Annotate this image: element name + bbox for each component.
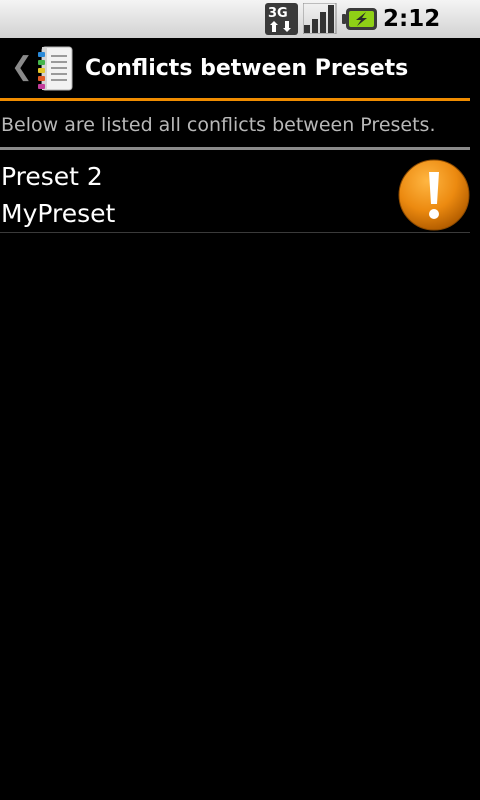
status-time: 2:12 PM [383, 6, 441, 62]
3g-data-icon: 3G [265, 3, 298, 35]
description-text: Below are listed all conflicts between P… [1, 114, 436, 136]
signal-strength-icon [302, 2, 337, 35]
svg-text:3G: 3G [268, 6, 288, 21]
conflict-list-item[interactable]: Preset 2 MyPreset [0, 152, 470, 232]
conflict-preset-other: MyPreset [1, 199, 116, 228]
list-divider [0, 232, 470, 233]
conflict-preset-name: Preset 2 [1, 162, 103, 191]
title-bar: ❮ Conflicts between Presets [0, 38, 480, 100]
title-divider [0, 98, 470, 101]
page-title: Conflicts between Presets [85, 56, 409, 81]
battery-charging-icon [342, 7, 378, 31]
back-chevron-icon[interactable]: ❮ [11, 52, 33, 82]
warning-icon[interactable] [397, 158, 471, 232]
section-divider [0, 147, 470, 150]
notebook-icon[interactable] [36, 46, 74, 92]
status-bar: 3G 2:12 PM [0, 0, 480, 62]
app-screen: 3G 2:12 PM ❮ [0, 0, 480, 800]
